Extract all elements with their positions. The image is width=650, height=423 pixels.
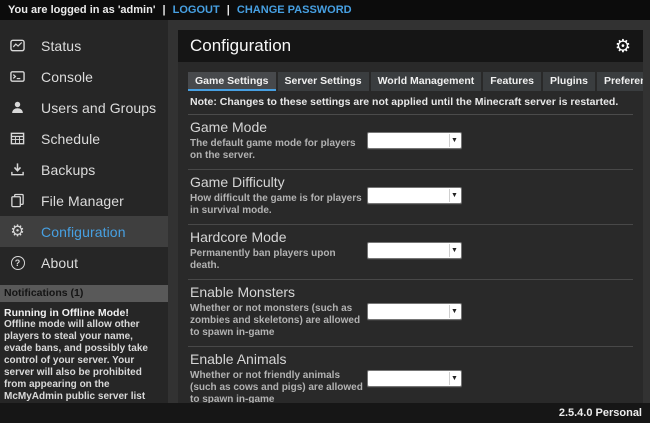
file-manager-icon xyxy=(9,192,26,209)
sidebar-item[interactable]: Schedule xyxy=(0,123,168,154)
setting-select[interactable]: ▼ xyxy=(367,303,462,320)
setting-select[interactable]: ▼ xyxy=(367,187,462,204)
setting-description: Whether or not monsters (such as zombies… xyxy=(190,303,367,339)
change-password-link[interactable]: CHANGE PASSWORD xyxy=(237,4,352,16)
separator: | xyxy=(163,4,166,16)
sidebar-item-label: Console xyxy=(41,69,93,85)
chevron-down-icon: ▼ xyxy=(449,372,459,385)
tab-label: Plugins xyxy=(550,75,588,87)
tab-bar: Game Settings Server Settings World Mana… xyxy=(188,72,633,91)
notifications-header: Notifications (1) xyxy=(0,285,168,302)
sidebar-item[interactable]: File Manager xyxy=(0,185,168,216)
sidebar-item-label: Users and Groups xyxy=(41,100,156,116)
top-bar: You are logged in as 'admin' | LOGOUT | … xyxy=(0,0,650,20)
chevron-down-icon: ▼ xyxy=(449,244,459,257)
version-label: 2.5.4.0 Personal xyxy=(559,407,642,419)
setting-description: The default game mode for players on the… xyxy=(190,138,367,162)
notification-body-text: Offline mode will allow other players to… xyxy=(4,319,163,415)
page-title: Configuration xyxy=(190,36,291,56)
configuration-panel: Configuration ⚙ Game Settings Server Set… xyxy=(178,30,643,403)
tab[interactable]: Game Settings xyxy=(188,72,276,91)
tab-label: Server Settings xyxy=(285,75,362,87)
logged-in-text: You are logged in as 'admin' xyxy=(8,4,155,16)
chevron-down-icon: ▼ xyxy=(449,134,459,147)
sidebar-item[interactable]: ? About xyxy=(0,247,168,278)
sidebar-item[interactable]: Status xyxy=(0,30,168,61)
sidebar: Status Console Users and Groups xyxy=(0,20,168,403)
setting-description: Whether or not friendly animals (such as… xyxy=(190,370,367,403)
tab[interactable]: Server Settings xyxy=(278,72,369,91)
setting-select[interactable]: ▼ xyxy=(367,242,462,259)
sidebar-item-label: Configuration xyxy=(41,224,126,240)
setting-row: Hardcore Mode Permanently ban players up… xyxy=(188,225,633,280)
gear-icon: ⚙ xyxy=(9,223,26,240)
setting-name: Enable Animals xyxy=(190,351,367,367)
schedule-icon xyxy=(9,130,26,147)
setting-row: Game Difficulty How difficult the game i… xyxy=(188,170,633,225)
backups-icon xyxy=(9,161,26,178)
tab-label: Preferences xyxy=(604,75,643,87)
tab[interactable]: Plugins xyxy=(543,72,595,91)
chevron-down-icon: ▼ xyxy=(449,189,459,202)
setting-name: Game Mode xyxy=(190,119,367,135)
settings-list: Game Mode The default game mode for play… xyxy=(178,115,643,403)
setting-select[interactable]: ▼ xyxy=(367,370,462,387)
setting-row: Game Mode The default game mode for play… xyxy=(188,115,633,170)
tab-label: World Management xyxy=(378,75,475,87)
tab-label: Features xyxy=(490,75,534,87)
setting-row: Enable Animals Whether or not friendly a… xyxy=(188,347,633,403)
sidebar-item-label: Schedule xyxy=(41,131,100,147)
panel-header: Configuration ⚙ xyxy=(178,30,643,62)
sidebar-item[interactable]: ⚙ Configuration xyxy=(0,216,168,247)
tab[interactable]: Features xyxy=(483,72,541,91)
sidebar-item-label: Backups xyxy=(41,162,95,178)
sidebar-item-label: Status xyxy=(41,38,81,54)
setting-name: Hardcore Mode xyxy=(190,229,367,245)
setting-name: Game Difficulty xyxy=(190,174,367,190)
sidebar-item[interactable]: Backups xyxy=(0,154,168,185)
chevron-down-icon: ▼ xyxy=(449,305,459,318)
tab[interactable]: Preferences xyxy=(597,72,643,91)
setting-select[interactable]: ▼ xyxy=(367,132,462,149)
about-icon: ? xyxy=(9,254,26,271)
console-icon xyxy=(9,68,26,85)
sidebar-item[interactable]: Users and Groups xyxy=(0,92,168,123)
notification-title: Running in Offline Mode! xyxy=(4,307,163,319)
logout-link[interactable]: LOGOUT xyxy=(173,4,220,16)
tab[interactable]: World Management xyxy=(371,72,482,91)
separator: | xyxy=(227,4,230,16)
status-icon xyxy=(9,37,26,54)
gear-icon[interactable]: ⚙ xyxy=(615,37,631,55)
footer-bar: 2.5.4.0 Personal xyxy=(0,403,650,423)
setting-name: Enable Monsters xyxy=(190,284,367,300)
restart-note: Note: Changes to these settings are not … xyxy=(188,91,633,115)
tab-label: Game Settings xyxy=(195,75,269,87)
sidebar-item-label: File Manager xyxy=(41,193,124,209)
users-icon xyxy=(9,99,26,116)
setting-description: How difficult the game is for players in… xyxy=(190,193,367,217)
setting-row: Enable Monsters Whether or not monsters … xyxy=(188,280,633,347)
sidebar-item[interactable]: Console xyxy=(0,61,168,92)
sidebar-item-label: About xyxy=(41,255,78,271)
setting-description: Permanently ban players upon death. xyxy=(190,248,367,272)
sidebar-nav: Status Console Users and Groups xyxy=(0,20,168,278)
